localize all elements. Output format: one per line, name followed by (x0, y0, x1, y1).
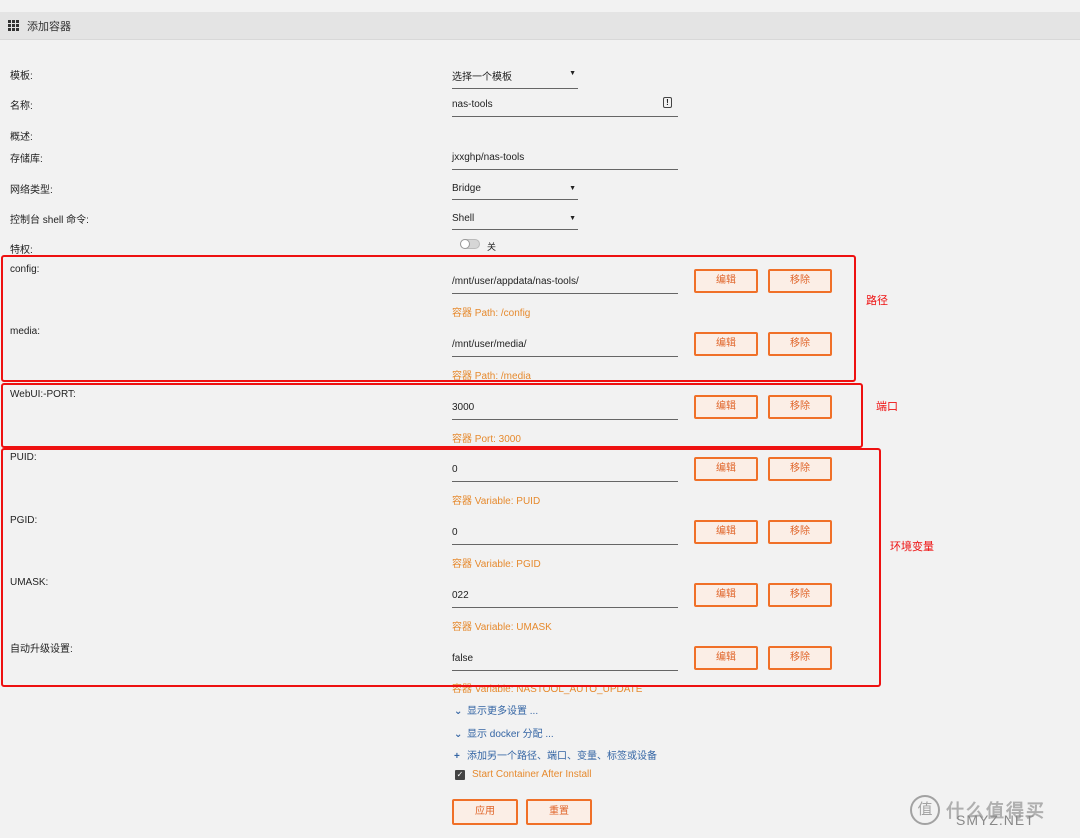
repository-input[interactable]: jxxghp/nas-tools (452, 152, 678, 170)
name-value: nas-tools (452, 99, 493, 110)
start-after-install-checkbox[interactable]: ✓ (455, 770, 465, 780)
reset-button[interactable]: 重置 (526, 799, 592, 825)
caret-down-icon: ▼ (569, 215, 576, 222)
template-label: 模板: (10, 71, 33, 82)
env-annotation: 环境变量 (890, 541, 934, 553)
watermark-sub: SMYZ.NET (956, 812, 1035, 828)
chevron-down-icon: ⌄ (454, 706, 463, 717)
port-highlight-box (1, 383, 863, 448)
env-highlight-box (1, 448, 881, 687)
privileged-toggle[interactable] (460, 239, 480, 249)
caret-down-icon: ▼ (569, 185, 576, 192)
path-highlight-box (1, 255, 856, 382)
link-label: 显示更多设置 ... (467, 706, 539, 717)
shell-label: 控制台 shell 命令: (10, 215, 89, 226)
grid-icon (8, 20, 19, 31)
page-title: 添加容器 (27, 20, 71, 33)
shell-select[interactable]: Shell ▼ (452, 213, 578, 230)
description-label: 概述: (10, 132, 33, 143)
network-label: 网络类型: (10, 185, 53, 196)
privileged-label: 特权: (10, 245, 33, 256)
repository-value: jxxghp/nas-tools (452, 152, 525, 163)
page-header: 添加容器 (0, 12, 1080, 40)
apply-button[interactable]: 应用 (452, 799, 518, 825)
caret-down-icon: ▼ (569, 70, 576, 77)
link-label: 添加另一个路径、端口、变量、标签或设备 (467, 751, 657, 762)
show-more-settings-link[interactable]: ⌄ 显示更多设置 ... (454, 702, 538, 717)
template-value: 选择一个模板 (452, 72, 512, 83)
name-input[interactable]: nas-tools ! (452, 97, 678, 117)
port-annotation: 端口 (876, 401, 898, 413)
template-select[interactable]: 选择一个模板 ▼ (452, 68, 578, 89)
show-docker-alloc-link[interactable]: ⌄ 显示 docker 分配 ... (454, 725, 554, 740)
network-value: Bridge (452, 183, 481, 194)
link-label: 显示 docker 分配 ... (467, 729, 554, 740)
path-annotation: 路径 (866, 295, 888, 307)
network-select[interactable]: Bridge ▼ (452, 183, 578, 200)
chevron-down-icon: ⌄ (454, 729, 463, 740)
info-icon[interactable]: ! (663, 97, 672, 108)
privileged-state: 关 (487, 242, 497, 252)
repository-label: 存储库: (10, 154, 43, 165)
add-another-link[interactable]: + 添加另一个路径、端口、变量、标签或设备 (454, 747, 657, 762)
watermark-logo-icon: 值 (910, 795, 940, 825)
shell-value: Shell (452, 213, 475, 224)
plus-icon: + (454, 751, 460, 762)
toggle-knob (460, 239, 470, 249)
start-after-install-label: Start Container After Install (472, 769, 592, 780)
name-label: 名称: (10, 101, 33, 112)
